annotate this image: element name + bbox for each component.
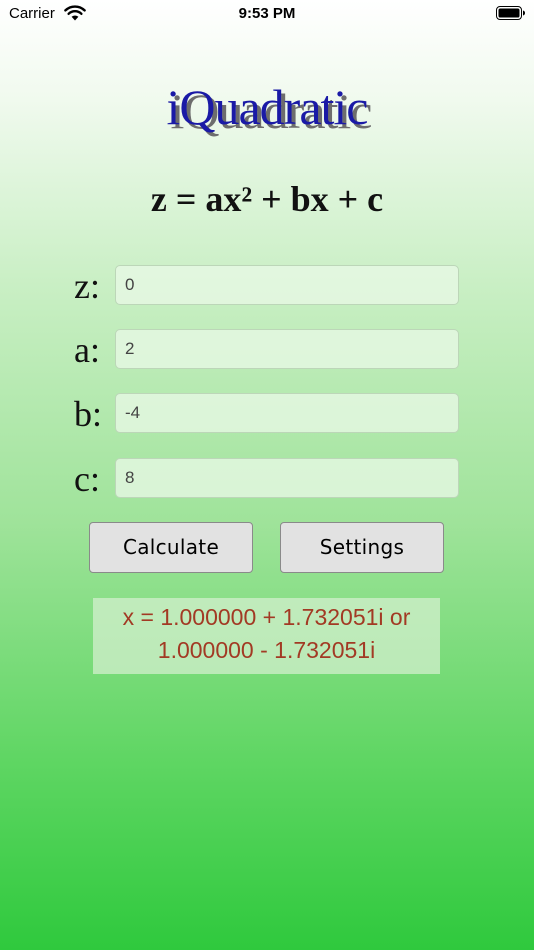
label-b: b: <box>74 394 103 434</box>
calculate-button[interactable]: Calculate <box>89 522 253 573</box>
c-input[interactable] <box>115 458 459 498</box>
result-line-1: x = 1.000000 + 1.732051i or <box>122 604 411 630</box>
label-a: a: <box>74 330 100 370</box>
settings-button[interactable]: Settings <box>280 522 444 573</box>
row-b: b: <box>0 393 534 435</box>
battery-icon <box>496 6 525 20</box>
result-box: x = 1.000000 + 1.732051i or 1.000000 - 1… <box>93 598 440 674</box>
status-bar: Carrier 9:53 PM <box>0 0 534 30</box>
label-c: c: <box>74 459 100 499</box>
z-input[interactable] <box>115 265 459 305</box>
row-z: z: <box>0 265 534 307</box>
a-input[interactable] <box>115 329 459 369</box>
result-line-2: 1.000000 - 1.732051i <box>157 637 376 663</box>
status-time: 9:53 PM <box>238 5 296 22</box>
row-c: c: <box>0 458 534 500</box>
equation-display: z = ax² + bx + c <box>150 179 384 219</box>
b-input[interactable] <box>115 393 459 433</box>
row-a: a: <box>0 329 534 371</box>
app-title: iQuadratic <box>166 79 368 135</box>
label-z: z: <box>74 266 100 306</box>
